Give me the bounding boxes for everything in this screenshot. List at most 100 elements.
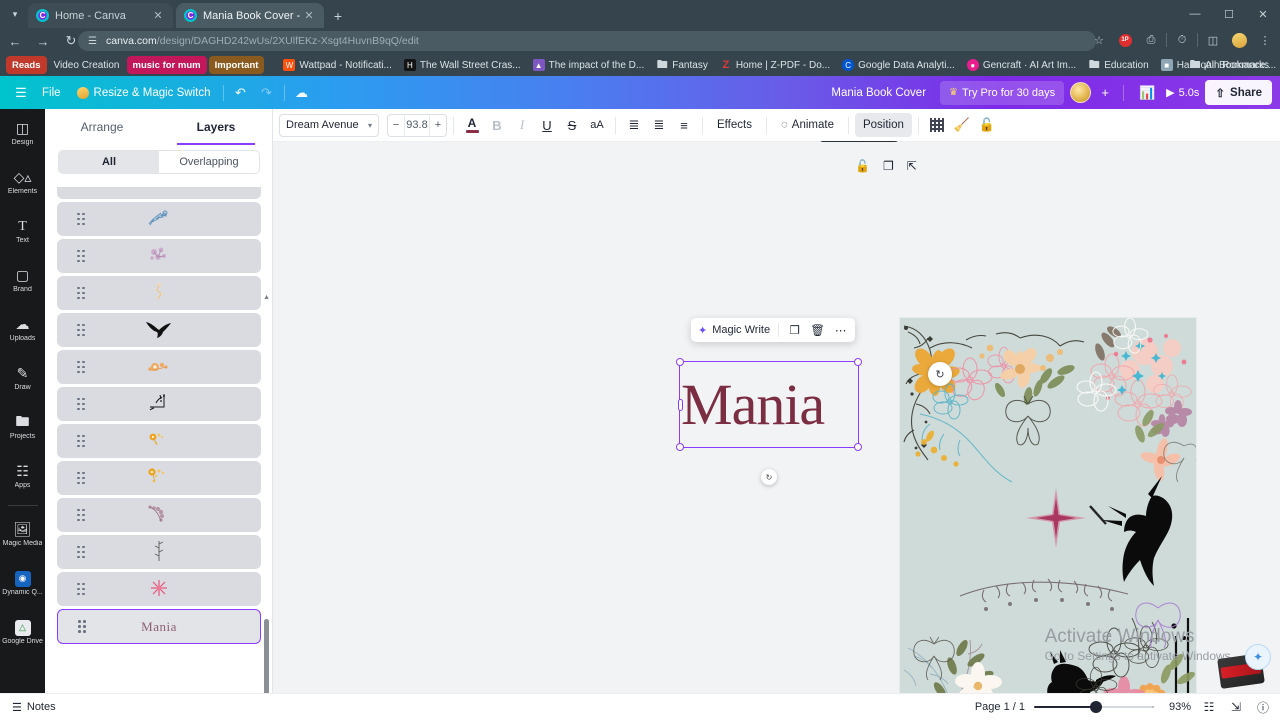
- bookmark-folder-fantasy[interactable]: 🖿 Fantasy: [651, 56, 713, 74]
- 1password-icon[interactable]: 1P: [1112, 29, 1138, 51]
- underline-button[interactable]: U: [535, 113, 559, 137]
- tab-search-chevron-icon[interactable]: ▾: [4, 4, 26, 24]
- add-collaborator-button[interactable]: +: [1097, 85, 1113, 100]
- text-color-button[interactable]: A: [460, 113, 484, 137]
- tab-layers[interactable]: Layers: [159, 109, 273, 145]
- font-size-increase-button[interactable]: +: [430, 119, 446, 131]
- more-dots-icon[interactable]: ⋯: [833, 323, 848, 337]
- notes-button[interactable]: ☰ Notes: [12, 701, 56, 714]
- sidebar-item-uploads[interactable]: ☁ Uploads: [0, 305, 45, 354]
- list-item[interactable]: [57, 535, 261, 569]
- redo-icon[interactable]: ↷: [254, 81, 280, 105]
- share-button[interactable]: ⇧ Share: [1205, 80, 1272, 105]
- help-icon[interactable]: ⓘ: [1254, 699, 1272, 716]
- font-family-select[interactable]: Dream Avenue ▾: [279, 113, 379, 137]
- bookmark-wattpad[interactable]: W Wattpad - Notificati...: [278, 56, 396, 74]
- bookmark-folder-education[interactable]: 🖿 Education: [1083, 56, 1153, 74]
- lock-icon[interactable]: 🔓: [855, 159, 870, 173]
- resize-magic-switch-button[interactable]: Resize & Magic Switch: [69, 81, 219, 105]
- window-close-button[interactable]: ✕: [1246, 0, 1280, 28]
- sidebar-item-brand[interactable]: ▢ Brand: [0, 256, 45, 305]
- magic-studio-fab[interactable]: ✦: [1217, 644, 1271, 689]
- font-size-stepper[interactable]: − 93.8 +: [387, 113, 447, 137]
- list-item[interactable]: [57, 313, 261, 347]
- share-up-icon[interactable]: ⇱: [907, 159, 917, 173]
- resize-handle-bottom-left[interactable]: [676, 443, 684, 451]
- address-bar[interactable]: ☰ canva.com/design/DAGHD242wUs/2XUlfEKz-…: [78, 31, 1096, 51]
- list-item[interactable]: [57, 387, 261, 421]
- bookmark-google-data-analytics[interactable]: C Google Data Analyti...: [837, 56, 960, 74]
- insights-icon[interactable]: 📊: [1134, 81, 1160, 105]
- file-menu-button[interactable]: File: [34, 81, 69, 105]
- sidebar-item-draw[interactable]: ✎ Draw: [0, 354, 45, 403]
- forward-icon[interactable]: →: [30, 29, 56, 53]
- browser-tab-mania-book-cover[interactable]: C Mania Book Cover - Wattpad B ✕: [176, 3, 324, 28]
- sidebar-item-projects[interactable]: 🖿 Projects: [0, 403, 45, 452]
- duplicate-icon[interactable]: ❐: [787, 323, 802, 337]
- font-size-input[interactable]: 93.8: [404, 113, 430, 137]
- filter-all[interactable]: All: [59, 151, 159, 173]
- transparency-icon[interactable]: [925, 113, 949, 137]
- rotate-handle-button[interactable]: ↻: [761, 469, 777, 485]
- history-icon[interactable]: ⏱: [1169, 29, 1195, 51]
- fullscreen-icon[interactable]: ⇲: [1227, 700, 1245, 714]
- tab-manager-icon[interactable]: ◫: [1200, 29, 1226, 51]
- italic-button[interactable]: I: [510, 113, 534, 137]
- trash-icon[interactable]: 🗑: [810, 323, 825, 337]
- animate-button[interactable]: ◌ Animate: [773, 113, 842, 137]
- site-settings-icon[interactable]: ☰: [86, 35, 99, 48]
- list-item-mania-selected[interactable]: Mania: [57, 609, 261, 644]
- selection-bounding-box[interactable]: [676, 358, 862, 451]
- filter-overlapping[interactable]: Overlapping: [159, 151, 259, 173]
- bookmark-zpdf[interactable]: Z Home | Z-PDF - Do...: [715, 56, 835, 74]
- list-item[interactable]: [57, 498, 261, 532]
- layer-list[interactable]: Mania: [45, 187, 273, 720]
- list-item[interactable]: [57, 187, 261, 199]
- resize-handle-top-left[interactable]: [676, 358, 684, 366]
- present-timer-button[interactable]: ▶ 5.0s: [1166, 86, 1199, 100]
- sidebar-item-text[interactable]: T Text: [0, 207, 45, 256]
- window-minimize-button[interactable]: —: [1178, 0, 1212, 28]
- bookmark-video-creation[interactable]: Video Creation: [49, 56, 125, 74]
- font-size-decrease-button[interactable]: −: [388, 119, 404, 131]
- zoom-slider[interactable]: [1034, 701, 1154, 713]
- list-item[interactable]: [57, 350, 261, 384]
- list-item[interactable]: [57, 424, 261, 458]
- strikethrough-button[interactable]: S: [560, 113, 584, 137]
- undo-icon[interactable]: ↶: [228, 81, 254, 105]
- sidebar-item-apps[interactable]: ☷ Apps: [0, 452, 45, 501]
- document-title[interactable]: Mania Book Cover: [823, 87, 934, 99]
- browser-tab-home-canva[interactable]: C Home - Canva ✕: [28, 3, 173, 28]
- new-tab-button[interactable]: +: [328, 6, 348, 26]
- list-icon[interactable]: ≣: [647, 113, 671, 137]
- line-spacing-icon[interactable]: ≡: [672, 113, 696, 137]
- resize-handle-middle-left[interactable]: [677, 398, 683, 411]
- cloud-saved-icon[interactable]: ☁: [289, 81, 315, 105]
- letter-case-button[interactable]: aA: [585, 113, 609, 137]
- list-item[interactable]: [57, 461, 261, 495]
- try-pro-button[interactable]: ♛ Try Pro for 30 days: [940, 80, 1065, 105]
- tab-arrange[interactable]: Arrange: [45, 109, 159, 145]
- grid-view-icon[interactable]: ☷: [1200, 700, 1218, 714]
- resize-handle-bottom-right[interactable]: [854, 443, 862, 451]
- lock-icon[interactable]: 🔓: [975, 113, 999, 137]
- list-item[interactable]: [57, 239, 261, 273]
- bold-button[interactable]: B: [485, 113, 509, 137]
- all-bookmarks-button[interactable]: 🖿 All Bookmarks: [1184, 56, 1274, 74]
- position-button[interactable]: Position: [854, 113, 912, 137]
- bookmark-impact-of-the-d[interactable]: ▲ The impact of the D...: [528, 56, 650, 74]
- back-icon[interactable]: ←: [2, 29, 28, 53]
- chrome-menu-icon[interactable]: ⋮: [1252, 29, 1278, 51]
- bookmark-important[interactable]: Important: [208, 56, 265, 74]
- sidebar-item-dynamic-qr[interactable]: ◉ Dynamic Q...: [0, 559, 45, 608]
- hamburger-icon[interactable]: ☰: [8, 81, 34, 105]
- close-icon[interactable]: ✕: [151, 9, 165, 23]
- refresh-button[interactable]: ↻: [928, 362, 952, 386]
- duplicate-icon[interactable]: ❐: [883, 159, 894, 173]
- list-item[interactable]: [57, 572, 261, 606]
- scroll-up-arrow-icon[interactable]: ▲: [263, 294, 270, 301]
- resize-handle-top-right[interactable]: [854, 358, 862, 366]
- sidebar-item-google-drive[interactable]: △ Google Drive: [0, 608, 45, 657]
- bookmark-gencraft[interactable]: ● Gencraft · AI Art Im...: [962, 56, 1081, 74]
- sidebar-item-magic-media[interactable]: 🖼 Magic Media: [0, 510, 45, 559]
